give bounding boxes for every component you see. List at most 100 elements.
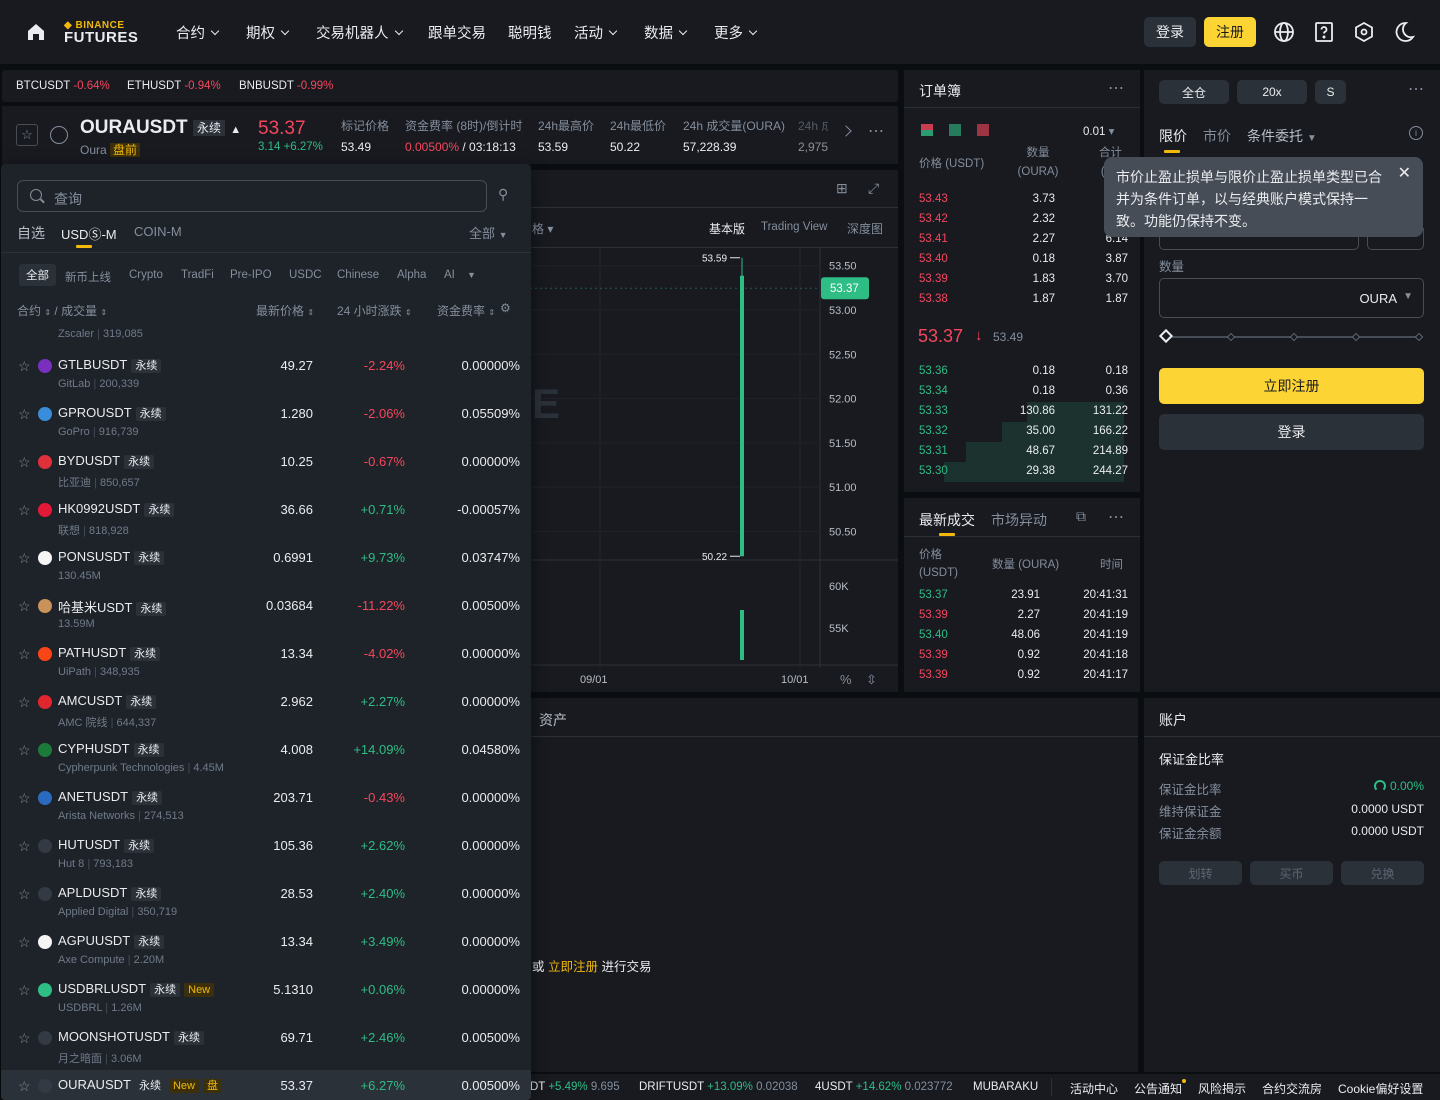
external-link-icon[interactable]: ⧉ (1076, 508, 1086, 525)
column-settings-icon[interactable]: ⚙ (500, 301, 511, 315)
favorite-star-icon[interactable]: ☆ (18, 1078, 31, 1095)
margin-mode-button[interactable]: 全仓 (1159, 80, 1229, 104)
chevron-right-icon[interactable] (840, 125, 852, 137)
footer-link-community[interactable]: 合约交流房 (1262, 1080, 1322, 1097)
category-7[interactable]: Alpha (397, 269, 426, 281)
tab-limit[interactable]: 限价 (1159, 126, 1187, 146)
nav-item-6[interactable]: 数据 (644, 22, 688, 43)
login-button[interactable]: 登录 (1144, 17, 1196, 47)
view-asks-icon[interactable] (977, 124, 989, 136)
tick-size-select[interactable]: 0.01 ▾ (1083, 124, 1114, 138)
symbol-row[interactable]: ☆ USDBRLUSDT 永续 New USDBRL | 1.26M 5.1310 +0.0… (1, 974, 531, 1022)
binance-futures-logo[interactable]: ◆ BINANCE FUTURES (64, 20, 138, 46)
qty-unit[interactable]: OURA (1359, 291, 1397, 306)
favorite-star-icon[interactable]: ☆ (18, 646, 31, 663)
search-input[interactable]: 查询 (17, 180, 487, 212)
favorite-star-icon[interactable]: ☆ (18, 454, 31, 471)
favorite-star-icon[interactable]: ☆ (18, 406, 31, 423)
tab-usds-m[interactable]: USDⓈ-M (61, 224, 117, 243)
fit-scale-icon[interactable]: ⇳ (866, 672, 877, 687)
favorite-star-icon[interactable]: ☆ (16, 124, 38, 146)
tab-market[interactable]: 市价 (1203, 126, 1231, 146)
tab-market-activity[interactable]: 市场异动 (991, 510, 1047, 530)
more-icon[interactable]: ⋯ (1408, 79, 1424, 99)
category-5[interactable]: USDC (289, 269, 322, 281)
footer-ticker-1[interactable]: DT +5.49% 9.695 (530, 1081, 620, 1093)
footer-link-cookie[interactable]: Cookie偏好设置 (1338, 1080, 1423, 1097)
layout-icon[interactable]: ⊞ (836, 180, 848, 197)
ask-row[interactable]: 53.38 1.87 1.87 (904, 290, 1140, 310)
footer-link-announcements[interactable]: 公告通知 (1134, 1079, 1187, 1097)
favorite-star-icon[interactable]: ☆ (18, 550, 31, 567)
mid-mark-price[interactable]: 53.49 (993, 330, 1023, 344)
ask-row[interactable]: 53.39 1.83 3.70 (904, 270, 1140, 290)
buy-crypto-button[interactable]: 买币 (1250, 861, 1333, 885)
tab-tradingview[interactable]: Trading View (761, 221, 827, 233)
symbol-row[interactable]: ☆ HK0992USDT 永续 联想 | 818,928 36.66 +0.71% -0.0… (1, 494, 531, 542)
bid-row[interactable]: 53.32 35.00 166.22 (904, 422, 1140, 442)
ticker-eth[interactable]: ETHUSDT -0.94% (127, 80, 221, 92)
pin-icon[interactable]: ⚲ (498, 186, 508, 203)
tab-assets[interactable]: 资产 (539, 710, 567, 730)
tab-conditional[interactable]: 条件委托 ▼ (1247, 126, 1317, 146)
more-icon[interactable]: ⋯ (1108, 507, 1124, 527)
symbol-row[interactable]: ☆ GTLBUSDT 永续 GitLab | 200,339 49.27 -2.24% 0.… (1, 350, 531, 398)
symbol-row[interactable]: ☆ CYPHUSDT 永续 Cypherpunk Technologies | 4.4… (1, 734, 531, 782)
footer-ticker-2[interactable]: DRIFTUSDT +13.09% 0.02038 (639, 1081, 798, 1093)
qty-input[interactable]: OURA ▼ (1159, 278, 1424, 318)
ask-row[interactable]: 53.40 0.18 3.87 (904, 250, 1140, 270)
slider-handle[interactable] (1158, 328, 1174, 344)
stat-funding[interactable]: 资金费率 (8时)/倒计时 0.00500% / 03:18:13 (405, 117, 522, 154)
symbol-row[interactable]: ☆ HUTUSDT 永续 Hut 8 | 793,183 105.36 +2.62% 0.0… (1, 830, 531, 878)
help-icon[interactable] (1312, 20, 1336, 47)
favorite-star-icon[interactable]: ☆ (18, 838, 31, 855)
transfer-button[interactable]: 划转 (1159, 861, 1242, 885)
symbol-row[interactable]: ☆ PATHUSDT 永续 UiPath | 348,935 13.34 -4.02% 0.… (1, 638, 531, 686)
ticker-bnb[interactable]: BNBUSDT -0.99% (239, 80, 333, 92)
nav-item-2[interactable]: 交易机器人 (316, 22, 404, 43)
bid-row[interactable]: 53.31 48.67 214.89 (904, 442, 1140, 462)
category-6[interactable]: Chinese (337, 269, 379, 281)
tab-depth[interactable]: 深度图 (847, 220, 883, 237)
register-link[interactable]: 立即注册 (548, 960, 598, 974)
favorite-star-icon[interactable]: ☆ (18, 982, 31, 999)
register-now-button[interactable]: 立即注册 (1159, 368, 1424, 404)
col-funding[interactable]: 资金费率 ⇕ (437, 302, 495, 319)
ticker-btc[interactable]: BTCUSDT -0.64% (16, 80, 110, 92)
symbol-name[interactable]: OURAUSDT 永续 ▲ (80, 117, 241, 139)
symbol-row[interactable]: ☆ MOONSHOTUSDT 永续 月之暗面 | 3.06M 69.71 +2.46% 0.… (1, 1022, 531, 1070)
col-price[interactable]: 最新价格 ⇕ (256, 302, 314, 319)
category-2[interactable]: Crypto (129, 269, 163, 281)
price-chart[interactable]: 53.50 53.00 52.50 52.00 51.50 51.00 50.50 53.59… (530, 248, 898, 692)
candle-body[interactable] (740, 275, 744, 557)
nav-item-1[interactable]: 期权 (246, 22, 290, 43)
download-app-icon[interactable] (1352, 20, 1376, 47)
footer-link-risk[interactable]: 风险揭示 (1198, 1080, 1246, 1097)
category-0[interactable]: 全部 (19, 264, 56, 286)
nav-item-7[interactable]: 更多 (714, 22, 758, 43)
symbol-row[interactable]: ☆ OURAUSDT 永续 New 盘 53.37 +6.27% 0.00500% (1, 1070, 531, 1100)
symbol-row[interactable]: ☆ APLDUSDT 永续 Applied Digital | 350,719 28.5… (1, 878, 531, 926)
symbol-row[interactable]: ☆ AGPUUSDT 永续 Axe Compute | 2.20M 13.34 +3.49… (1, 926, 531, 974)
favorite-star-icon[interactable]: ☆ (18, 790, 31, 807)
favorite-star-icon[interactable]: ☆ (18, 742, 31, 759)
col-change[interactable]: 24 小时涨跌 ⇕ (337, 302, 412, 319)
volume-bar[interactable] (740, 610, 744, 660)
col-contract[interactable]: 合约 ⇕ / 成交量 ⇕ (17, 302, 107, 319)
tab-recent-trades[interactable]: 最新成交 (919, 510, 975, 530)
view-bids-icon[interactable] (949, 124, 961, 136)
symbol-row[interactable]: ☆ BYDUSDT 永续 比亚迪 | 850,657 10.25 -0.67% 0.0000… (1, 446, 531, 494)
category-8[interactable]: AI (444, 269, 455, 281)
theme-toggle-icon[interactable] (1392, 20, 1416, 47)
favorite-star-icon[interactable]: ☆ (18, 598, 31, 615)
favorite-star-icon[interactable]: ☆ (18, 502, 31, 519)
favorite-star-icon[interactable]: ☆ (18, 358, 31, 375)
nav-item-5[interactable]: 活动 (574, 22, 618, 43)
bid-row[interactable]: 53.36 0.18 0.18 (904, 362, 1140, 382)
nav-item-4[interactable]: 聪明钱 (508, 22, 552, 43)
symbol-row[interactable]: ☆ GPROUSDT 永续 GoPro | 916,739 1.280 -2.06% 0.0… (1, 398, 531, 446)
category-3[interactable]: TradFi (181, 269, 214, 281)
globe-icon[interactable] (1272, 20, 1296, 47)
info-icon[interactable]: i (1409, 126, 1423, 140)
more-icon[interactable]: ⋯ (1108, 78, 1124, 98)
